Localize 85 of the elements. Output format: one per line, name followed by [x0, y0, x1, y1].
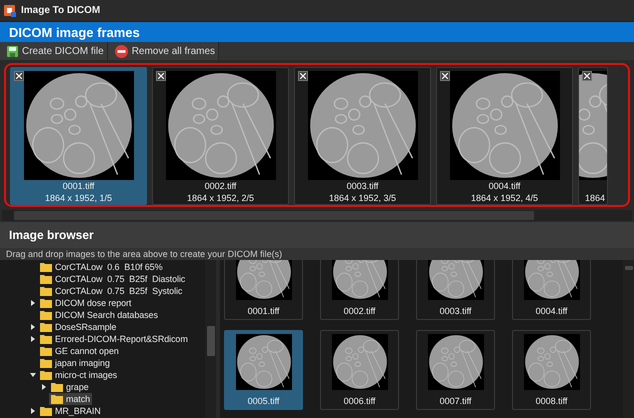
frame-card[interactable]: 0004.tiff 1864 x 1952, 4/5	[436, 67, 573, 205]
folder-tree-item[interactable]: micro-ct images	[38, 369, 120, 381]
app-icon	[4, 4, 16, 16]
frame-info: 1864 x 1952, 3/5	[328, 192, 396, 204]
folder-tree-item[interactable]: japan imaging	[38, 357, 112, 369]
frame-filename: 0002.tiff	[204, 180, 236, 192]
folder-icon	[51, 394, 63, 404]
thumbnail-filename: 0008.tiff	[536, 395, 568, 407]
thumbnail-card[interactable]: 0004.tiff	[512, 260, 591, 320]
thumbnail-card[interactable]: 0001.tiff	[224, 260, 303, 320]
frame-info: 1864 x 1952, 1/5	[44, 192, 112, 204]
expander-arrow-icon[interactable]	[30, 336, 36, 342]
thumbnail-filename: 0002.tiff	[344, 305, 376, 317]
close-icon[interactable]	[582, 71, 592, 81]
folder-tree-item[interactable]: grape	[49, 381, 91, 393]
specimen-image	[236, 260, 292, 300]
folder-tree-item[interactable]: CorCTALow 0.6 B10f 65%	[38, 261, 164, 273]
toolbar-button[interactable]: Create DICOM file	[0, 42, 108, 60]
folder-icon	[40, 334, 52, 344]
folder-icon	[40, 262, 52, 272]
folder-icon	[40, 310, 52, 320]
folder-icon	[40, 274, 52, 284]
expander-arrow-icon[interactable]	[30, 372, 36, 378]
specimen-image	[236, 334, 292, 390]
folder-tree-item[interactable]: CorCTALow 0.75 B25f Systolic	[38, 285, 184, 297]
frame-card[interactable]: 0003.tiff 1864 x 1952, 3/5	[294, 67, 431, 205]
folder-icon	[40, 406, 52, 416]
frame-filename: 0004.tiff	[488, 180, 520, 192]
folder-tree-item[interactable]: DICOM dose report	[38, 297, 134, 309]
no-entry-icon	[114, 44, 128, 58]
frame-filename: 0003.tiff	[346, 180, 378, 192]
frame-info: 1864 x 1952, 2/5	[186, 192, 254, 204]
folder-tree-item[interactable]: DICOM Search databases	[38, 309, 160, 321]
panel-header: DICOM image frames	[0, 22, 634, 42]
folder-tree-item[interactable]: match	[49, 393, 92, 405]
expander-arrow-icon[interactable]	[30, 408, 36, 414]
vertical-scrollbar[interactable]	[205, 260, 216, 418]
specimen-image	[428, 334, 484, 390]
thumbnail-card[interactable]: 0002.tiff	[320, 260, 399, 320]
folder-tree-item[interactable]: GE cannot open	[38, 345, 121, 357]
folder-tree-item[interactable]: Errored-DICOM-Report&SRdicom	[38, 333, 190, 345]
thumbnail-card[interactable]: 0005.tiff	[224, 330, 303, 410]
specimen-image	[524, 260, 580, 300]
folder-icon	[40, 346, 52, 356]
folder-icon	[40, 286, 52, 296]
toolbar-button[interactable]: Remove all frames	[108, 42, 220, 60]
close-icon[interactable]	[156, 71, 166, 81]
horizontal-scrollbar[interactable]	[2, 210, 632, 221]
specimen-image	[524, 334, 580, 390]
close-icon[interactable]	[440, 71, 450, 81]
thumbnail-filename: 0006.tiff	[344, 395, 376, 407]
specimen-image	[332, 334, 388, 390]
thumbnail-filename: 0005.tiff	[248, 395, 280, 407]
frame-card[interactable]: 1864	[578, 67, 608, 205]
expander-arrow-icon[interactable]	[30, 324, 36, 330]
thumbnail-filename: 0001.tiff	[248, 305, 280, 317]
folder-icon	[40, 298, 52, 308]
thumbnail-card[interactable]: 0008.tiff	[512, 330, 591, 410]
specimen-image	[428, 260, 484, 300]
close-icon[interactable]	[298, 71, 308, 81]
frame-filename: 0001.tiff	[62, 180, 94, 192]
folder-tree-item[interactable]: CorCTALow 0.75 B25f Diastolic	[38, 273, 188, 285]
folder-icon	[40, 322, 52, 332]
folder-icon	[40, 358, 52, 368]
thumbnail-card[interactable]: 0007.tiff	[416, 330, 495, 410]
folder-tree-item[interactable]: DoseSRsample	[38, 321, 118, 333]
frame-info: 1864	[584, 192, 605, 204]
panel-header: Image browser	[0, 222, 634, 248]
specimen-image	[332, 260, 388, 300]
frame-card[interactable]: 0001.tiff 1864 x 1952, 1/5	[10, 67, 147, 205]
hint-text: Drag and drop images to the area above to create your DICOM file(s)	[0, 248, 634, 260]
thumbnail-card[interactable]: 0003.tiff	[416, 260, 495, 320]
frame-info: 1864 x 1952, 4/5	[470, 192, 538, 204]
expander-arrow-icon[interactable]	[30, 300, 36, 306]
frame-card[interactable]: 0002.tiff 1864 x 1952, 2/5	[152, 67, 289, 205]
vertical-scrollbar[interactable]	[623, 260, 634, 418]
expander-arrow-icon[interactable]	[41, 384, 47, 390]
window-title: Image To DICOM	[21, 5, 100, 16]
thumbnail-filename: 0004.tiff	[536, 305, 568, 317]
thumbnail-filename: 0003.tiff	[440, 305, 472, 317]
thumbnail-card[interactable]: 0006.tiff	[320, 330, 399, 410]
folder-icon	[40, 370, 52, 380]
close-icon[interactable]	[14, 71, 24, 81]
thumbnail-filename: 0007.tiff	[440, 395, 472, 407]
folder-tree-item[interactable]: MR_BRAIN	[38, 405, 103, 417]
